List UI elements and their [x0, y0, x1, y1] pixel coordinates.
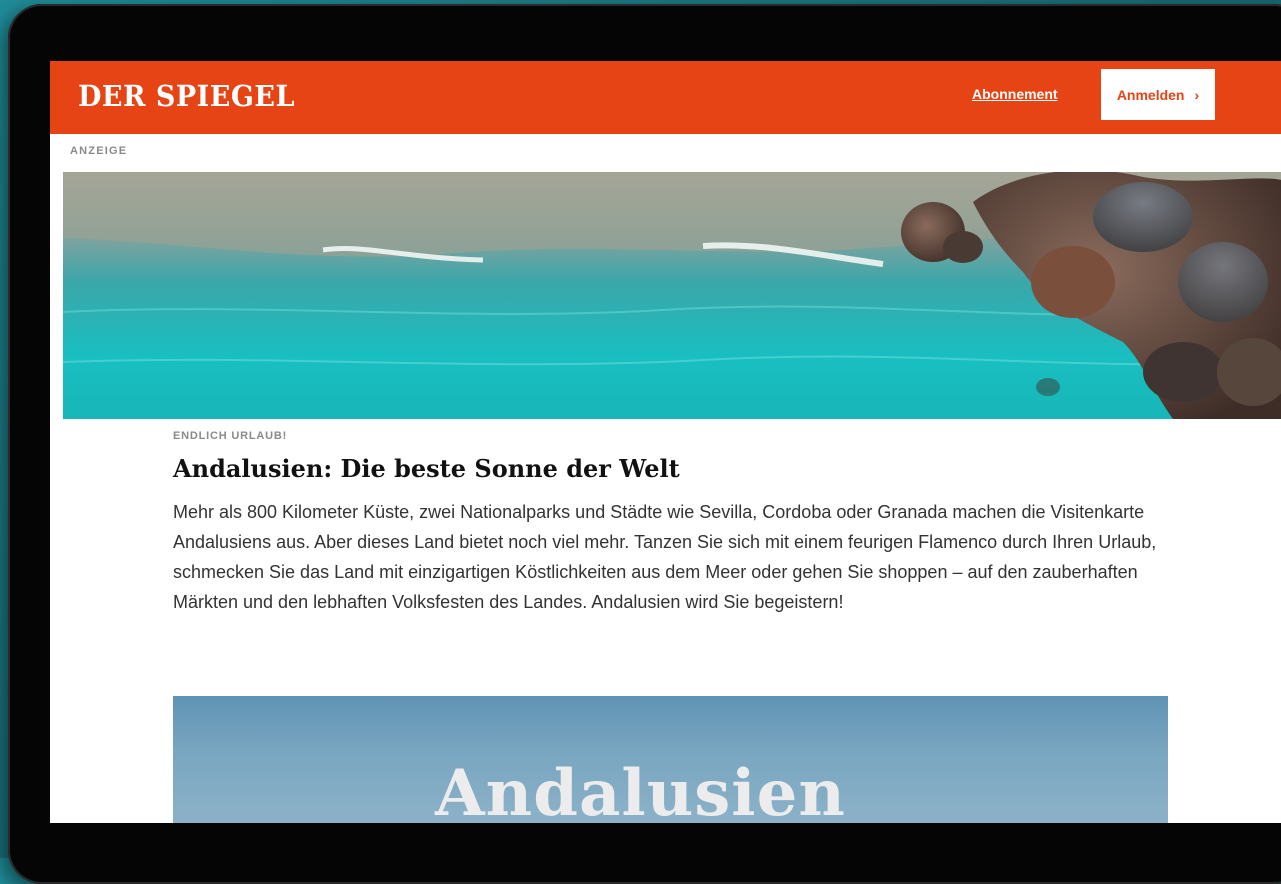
- teaser-image[interactable]: Andalusien: [173, 696, 1168, 823]
- article-body: Mehr als 800 Kilometer Küste, zwei Natio…: [173, 502, 1157, 612]
- teaser-title: Andalusien: [435, 756, 846, 823]
- chevron-right-icon: ›: [1194, 86, 1200, 103]
- ad-label: ANZEIGE: [70, 145, 128, 157]
- hero-beach-image[interactable]: [63, 172, 1281, 419]
- article-kicker: ENDLICH URLAUB!: [173, 430, 288, 442]
- login-button-label: Anmelden: [1116, 86, 1185, 103]
- spiegel-logo[interactable]: DER SPIEGEL: [78, 80, 295, 113]
- aerial-coast-photo: [63, 172, 1281, 419]
- browser-viewport: DER SPIEGEL Abonnement Anmelden › ANZEIG…: [50, 61, 1281, 823]
- subscription-link[interactable]: Abonnement: [972, 86, 1058, 102]
- site-header: DER SPIEGEL Abonnement Anmelden ›: [50, 61, 1281, 134]
- tablet-frame: DER SPIEGEL Abonnement Anmelden › ANZEIG…: [8, 4, 1281, 884]
- article-headline[interactable]: Andalusien: Die beste Sonne der Welt: [173, 454, 680, 483]
- login-button[interactable]: Anmelden ›: [1101, 69, 1215, 120]
